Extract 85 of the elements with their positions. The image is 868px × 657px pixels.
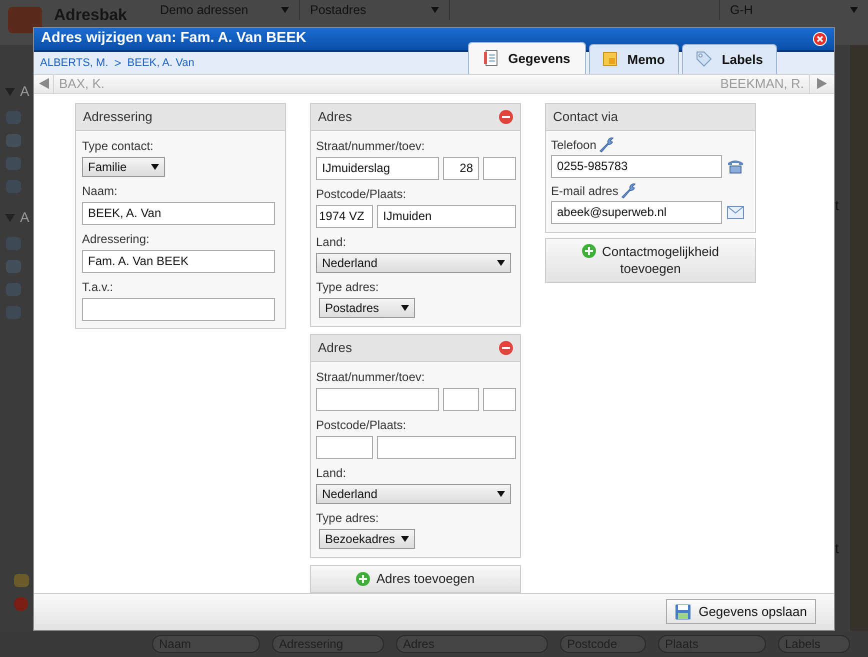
house-number-field[interactable] bbox=[443, 388, 479, 411]
text-field[interactable]: BEEK, A. Van bbox=[82, 202, 275, 225]
add-contact-button[interactable]: Contactmogelijkheid toevoegen bbox=[545, 238, 756, 283]
caret-icon bbox=[281, 7, 289, 13]
previous-arrow-icon[interactable] bbox=[38, 78, 48, 90]
phone-icon[interactable] bbox=[727, 158, 744, 174]
panel-header: Contact via bbox=[546, 104, 755, 131]
tag-icon bbox=[696, 51, 712, 68]
zip-code-field[interactable]: 1974 VZ bbox=[316, 204, 373, 228]
address-type-select[interactable]: Postadres bbox=[319, 298, 415, 318]
wrench-icon[interactable] bbox=[598, 136, 616, 154]
scrollbar[interactable] bbox=[850, 45, 868, 631]
contact-field[interactable]: abeek@superweb.nl bbox=[551, 200, 722, 224]
caret-icon bbox=[497, 260, 505, 266]
notebook-icon bbox=[484, 50, 498, 66]
suffix-field[interactable] bbox=[483, 156, 516, 180]
street-field[interactable]: IJmuiderslag bbox=[316, 156, 439, 180]
sidebar-icon[interactable] bbox=[6, 180, 21, 193]
country-select[interactable]: Nederland bbox=[316, 252, 511, 273]
wrench-icon[interactable] bbox=[620, 182, 638, 200]
caret-icon bbox=[151, 164, 159, 170]
remove-icon[interactable] bbox=[499, 110, 513, 124]
field-label: Type contact: bbox=[82, 138, 154, 155]
field-label: Type adres: bbox=[316, 510, 380, 527]
close-icon[interactable] bbox=[813, 32, 827, 46]
field-label: T.a.v.: bbox=[82, 278, 114, 296]
tab[interactable]: Memo bbox=[589, 44, 679, 74]
text-field[interactable] bbox=[82, 298, 275, 321]
tab[interactable]: Gegevens bbox=[468, 42, 586, 74]
note-icon bbox=[603, 52, 618, 66]
house-number-field[interactable]: 28 bbox=[443, 156, 479, 180]
field-label: Telefoon bbox=[551, 136, 596, 154]
city-field[interactable] bbox=[377, 436, 516, 459]
next-arrow-icon[interactable] bbox=[817, 78, 827, 90]
field-label: Naam: bbox=[82, 182, 118, 200]
add-icon bbox=[582, 244, 596, 258]
address-type-select[interactable]: Bezoekadres bbox=[319, 528, 415, 549]
sidebar-icon[interactable] bbox=[6, 283, 21, 296]
country-select[interactable]: Nederland bbox=[316, 484, 511, 504]
field-label: Adressering: bbox=[82, 230, 150, 248]
tab[interactable]: Labels bbox=[682, 44, 777, 74]
add-address-button[interactable]: Adres toevoegen bbox=[310, 564, 521, 593]
field-label: Type adres: bbox=[316, 278, 380, 296]
field-label: Straat/nummer/toev: bbox=[316, 138, 426, 155]
breadcrumb-link[interactable]: BEEK, A. Van bbox=[127, 54, 194, 71]
remove-icon[interactable] bbox=[499, 340, 513, 355]
expand-triangle-icon[interactable] bbox=[5, 214, 15, 222]
field-label: Postcode/Plaats: bbox=[316, 186, 408, 203]
panel-header: Adres bbox=[311, 334, 520, 362]
caret-icon bbox=[401, 536, 409, 542]
caret-icon bbox=[431, 7, 439, 13]
suffix-field[interactable] bbox=[483, 388, 516, 411]
sidebar-icon[interactable] bbox=[6, 260, 21, 273]
city-field[interactable]: IJmuiden bbox=[377, 204, 516, 228]
field-label: E-mail adres bbox=[551, 182, 618, 200]
panel-header: Adressering bbox=[76, 104, 285, 131]
contact-type-select[interactable]: Familie bbox=[82, 156, 165, 177]
panel-header: Adres bbox=[311, 104, 520, 131]
add-icon bbox=[356, 572, 370, 586]
sidebar-group-label: A bbox=[20, 208, 30, 227]
sidebar-icon[interactable] bbox=[6, 111, 21, 124]
sidebar-icon[interactable] bbox=[6, 237, 21, 250]
sidebar-icon[interactable] bbox=[6, 306, 21, 319]
contact-field[interactable]: 0255-985783 bbox=[551, 154, 722, 178]
breadcrumb-link[interactable]: ALBERTS, M. bbox=[40, 54, 108, 71]
caret-icon bbox=[850, 7, 858, 13]
dialog-title: Adres wijzigen van: Fam. A. Van BEEK bbox=[41, 29, 306, 48]
zip-code-field[interactable] bbox=[316, 436, 373, 459]
caret-icon bbox=[497, 490, 505, 497]
sidebar-icon[interactable] bbox=[14, 574, 29, 587]
field-label: Straat/nummer/toev: bbox=[316, 368, 426, 386]
text-field[interactable]: Fam. A. Van BEEK bbox=[82, 250, 275, 273]
field-label: Land: bbox=[316, 234, 348, 251]
street-field[interactable] bbox=[316, 388, 439, 411]
field-label: Postcode/Plaats: bbox=[316, 416, 408, 434]
expand-triangle-icon[interactable] bbox=[5, 88, 15, 96]
field-label: Land: bbox=[316, 464, 348, 482]
sidebar-icon[interactable] bbox=[6, 134, 21, 147]
breadcrumb-separator: > bbox=[114, 54, 122, 72]
sidebar-icon[interactable] bbox=[6, 157, 21, 170]
caret-icon bbox=[401, 304, 409, 311]
sidebar-group-label: A bbox=[20, 82, 30, 101]
box-logo-icon bbox=[8, 7, 42, 33]
save-button[interactable]: Gegevens opslaan bbox=[666, 599, 816, 624]
envelope-icon[interactable] bbox=[727, 206, 744, 219]
